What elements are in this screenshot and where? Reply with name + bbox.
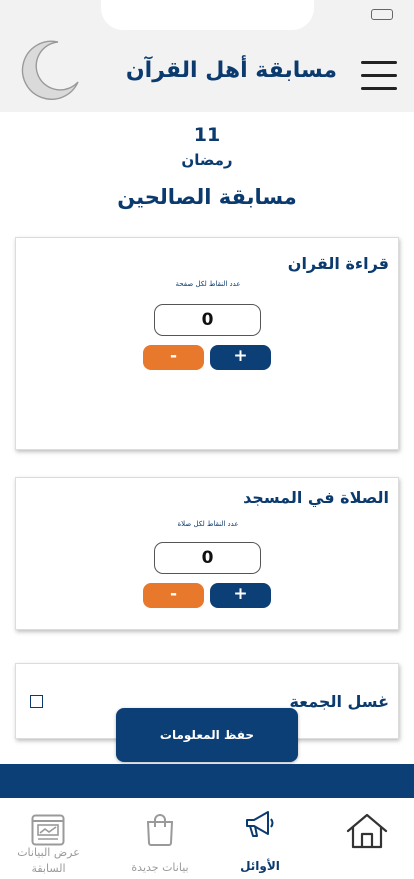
card-subtitle: عدد النقاط لكل صفحة (175, 280, 241, 288)
hijri-day: 11 (193, 124, 221, 146)
device-notch (101, 0, 314, 30)
shopping-bag-icon (146, 814, 174, 846)
moon-icon (21, 40, 79, 100)
home-icon (346, 813, 388, 849)
card-title: الصلاة في المسجد (243, 488, 389, 507)
megaphone-icon (246, 811, 274, 837)
mosque-prayer-card: الصلاة في المسجد عدد النقاط لكل صلاة 0 -… (15, 477, 399, 630)
nav-item-new-data[interactable]: بيانات جديدة (110, 798, 210, 879)
footer-band (0, 764, 414, 798)
ghusl-checkbox[interactable] (30, 695, 43, 708)
app-title: مسابقة أهل القرآن (125, 58, 337, 83)
contest-title: مسابقة الصالحين (117, 185, 297, 209)
quran-reading-card: قراءة القران عدد النقاط لكل صفحة 0 - + (15, 237, 399, 450)
save-button[interactable]: حفظ المعلومات (116, 708, 298, 762)
battery-icon (371, 9, 393, 20)
nav-label: عرض البيانات السابقة (17, 846, 80, 875)
increment-button[interactable]: + (210, 345, 271, 370)
card-title: قراءة القران (287, 254, 389, 273)
points-counter[interactable]: 0 (154, 304, 261, 336)
nav-label: الأوائل (240, 859, 280, 873)
app-header: مسابقة أهل القرآن (0, 0, 414, 112)
menu-icon[interactable] (361, 61, 397, 90)
nav-item-home[interactable] (320, 798, 414, 879)
increment-button[interactable]: + (210, 583, 271, 608)
points-counter[interactable]: 0 (154, 542, 261, 574)
nav-item-leaders[interactable]: الأوائل (215, 798, 305, 879)
decrement-button[interactable]: - (143, 583, 204, 608)
nav-item-previous-data[interactable]: عرض البيانات السابقة (0, 798, 97, 879)
card-title: غسل الجمعة (289, 692, 389, 711)
chart-report-icon (31, 814, 65, 846)
card-subtitle: عدد النقاط لكل صلاة (177, 520, 239, 528)
hijri-month: رمضان (181, 151, 233, 169)
bottom-nav: عرض البيانات السابقة بيانات جديدة الأوائ… (0, 798, 414, 879)
nav-label: بيانات جديدة (131, 861, 189, 874)
decrement-button[interactable]: - (143, 345, 204, 370)
